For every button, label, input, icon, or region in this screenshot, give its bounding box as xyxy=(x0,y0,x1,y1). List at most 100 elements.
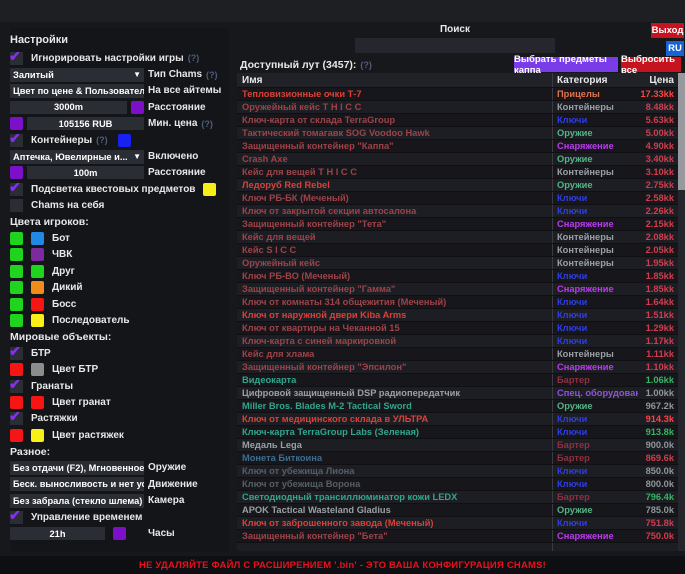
player-color-swatch-1[interactable] xyxy=(10,314,23,327)
table-row[interactable]: APOK Tactical Wasteland GladiusОружие785… xyxy=(237,504,678,517)
item-category: Бартер xyxy=(553,439,638,451)
table-row[interactable]: Медаль LegaБартер900.0k xyxy=(237,439,678,452)
weapon-dropdown[interactable]: Без отдачи (F2), Мгновенное п▼ xyxy=(10,461,144,475)
table-row[interactable]: Кейс для вещейКонтейнеры2.08kk xyxy=(237,231,678,244)
distance-color-swatch[interactable] xyxy=(131,101,144,114)
containers-distance-input[interactable]: 100m xyxy=(27,166,144,179)
grenade-color-swatch-2[interactable] xyxy=(31,396,44,409)
help-hint[interactable]: (?) xyxy=(188,53,200,63)
column-header-name[interactable]: Имя xyxy=(237,73,553,87)
table-row[interactable]: Ключ от закрытой секции автосалонаКлючи2… xyxy=(237,205,678,218)
min-price-input[interactable]: 105156 RUB xyxy=(27,117,144,130)
containers-distance-color-swatch[interactable] xyxy=(10,166,23,179)
grenade-color-swatch-1[interactable] xyxy=(10,396,23,409)
table-row[interactable]: Светодиодный трансиллюминатор кожи LEDXБ… xyxy=(237,491,678,504)
chams-type-label: Тип Chams xyxy=(148,69,202,80)
player-color-swatch-2[interactable] xyxy=(31,248,44,261)
camera-dropdown[interactable]: Без забрала (стекло шлема)▼ xyxy=(10,494,144,508)
table-row[interactable]: Ключ-карта TerraGroup Labs (Зеленая)Ключ… xyxy=(237,426,678,439)
table-row[interactable]: Защищенный контейнер "Эпсилон"Снаряжение… xyxy=(237,361,678,374)
select-kappa-items-button[interactable]: Выбрать предметы каппа xyxy=(514,57,618,72)
table-row[interactable]: Оружейный кейсКонтейнеры1.95kk xyxy=(237,257,678,270)
player-color-swatch-1[interactable] xyxy=(10,248,23,261)
table-row[interactable]: Ключ от заброшенного завода (Меченый)Клю… xyxy=(237,517,678,530)
grenades-checkbox[interactable]: ✔ xyxy=(10,380,23,393)
table-row[interactable]: Кейс S I C CКонтейнеры2.05kk xyxy=(237,244,678,257)
table-row[interactable]: Тактический томагавк SOG Voodoo HawkОруж… xyxy=(237,127,678,140)
loot-scrollbar[interactable] xyxy=(678,73,685,551)
player-color-swatch-2[interactable] xyxy=(31,281,44,294)
table-row[interactable]: Miller Bros. Blades M-2 Tactical SwordОр… xyxy=(237,400,678,413)
help-hint[interactable]: (?) xyxy=(96,135,108,145)
player-color-swatch-2[interactable] xyxy=(31,314,44,327)
table-row[interactable]: Ключ-карта с синей маркировкойКлючи1.17k… xyxy=(237,335,678,348)
table-row[interactable]: Цифровой защищенный DSP радиопередатчикС… xyxy=(237,387,678,400)
color-mode-dropdown[interactable]: Цвет по цене & Пользователы▼ xyxy=(10,84,144,98)
help-hint[interactable]: (?) xyxy=(206,70,218,80)
self-chams-checkbox[interactable] xyxy=(10,199,23,212)
tripwire-color-swatch-1[interactable] xyxy=(10,429,23,442)
containers-filter-dropdown[interactable]: Аптечка, Ювелирные и...▼ xyxy=(10,150,144,164)
btr-color-swatch-1[interactable] xyxy=(10,363,23,376)
player-color-swatch-1[interactable] xyxy=(10,265,23,278)
table-row[interactable]: Монета БиткоинаБартер869.6k xyxy=(237,452,678,465)
item-price: 1.17kk xyxy=(638,335,678,347)
table-row[interactable]: Ключ от убежища ВоронаКлючи800.0k xyxy=(237,478,678,491)
player-color-swatch-2[interactable] xyxy=(31,298,44,311)
table-row[interactable]: Ключ РБ-ВО (Меченый)Ключи1.85kk xyxy=(237,270,678,283)
table-row[interactable]: Ключ от медицинского склада в УЛЬТРАКлюч… xyxy=(237,413,678,426)
tripwire-color-swatch-2[interactable] xyxy=(31,429,44,442)
loot-scrollbar-thumb[interactable] xyxy=(678,73,685,190)
quest-highlight-color-swatch[interactable] xyxy=(203,183,216,196)
ignore-game-settings-checkbox[interactable]: ✔ xyxy=(10,52,23,65)
table-row[interactable]: Ключ РБ-БК (Меченый)Ключи2.58kk xyxy=(237,192,678,205)
quest-highlight-checkbox[interactable]: ✔ xyxy=(10,183,23,196)
search-input[interactable] xyxy=(355,38,555,53)
table-row[interactable]: Ключ от комнаты 314 общежития (Меченый)К… xyxy=(237,296,678,309)
player-color-swatch-2[interactable] xyxy=(31,232,44,245)
table-row[interactable]: Ключ-карта от склада TerraGroupКлючи5.63… xyxy=(237,114,678,127)
player-color-swatch-2[interactable] xyxy=(31,265,44,278)
table-row[interactable]: Ключ от наружной двери Kiba ArmsКлючи1.5… xyxy=(237,309,678,322)
exit-button[interactable]: Выход xyxy=(651,23,684,38)
btr-checkbox[interactable]: ✔ xyxy=(10,347,23,360)
player-color-swatch-1[interactable] xyxy=(10,298,23,311)
containers-color-swatch[interactable] xyxy=(118,134,131,147)
chams-type-dropdown[interactable]: Залитый▼ xyxy=(10,68,144,82)
help-hint[interactable]: (?) xyxy=(201,119,213,129)
containers-checkbox[interactable]: ✔ xyxy=(10,134,23,147)
table-row[interactable] xyxy=(237,543,678,551)
tripwires-checkbox[interactable]: ✔ xyxy=(10,412,23,425)
distance-input[interactable]: 3000m xyxy=(10,101,127,114)
table-row[interactable]: Тепловизионные очки Т-7Прицелы17.33kk xyxy=(237,88,678,101)
help-hint[interactable]: (?) xyxy=(360,60,372,70)
table-row[interactable]: ВидеокартаБартер1.06kk xyxy=(237,374,678,387)
movement-dropdown[interactable]: Беск. выносливость и нет уста▼ xyxy=(10,477,144,491)
table-row[interactable]: Crash AxeОружие3.40kk xyxy=(237,153,678,166)
item-name: APOK Tactical Wasteland Gladius xyxy=(237,504,553,516)
table-row[interactable]: Ключ от убежища ЛионаКлючи850.0k xyxy=(237,465,678,478)
player-color-swatch-1[interactable] xyxy=(10,281,23,294)
btr-color-swatch-2[interactable] xyxy=(31,363,44,376)
column-header-price[interactable]: Цена xyxy=(638,73,678,87)
player-color-swatch-1[interactable] xyxy=(10,232,23,245)
hours-input[interactable]: 21h xyxy=(10,527,105,540)
item-category: Ключи xyxy=(553,114,638,126)
table-row[interactable]: Ключ от квартиры на Чеканной 15Ключи1.29… xyxy=(237,322,678,335)
column-header-category[interactable]: Категория xyxy=(553,73,638,87)
hours-color-swatch[interactable] xyxy=(113,527,126,540)
min-price-color-swatch[interactable] xyxy=(10,117,23,130)
table-row[interactable]: Кейс для хламаКонтейнеры1.11kk xyxy=(237,348,678,361)
table-row[interactable]: Кейс для вещей Т Н I С СКонтейнеры3.10kk xyxy=(237,166,678,179)
time-control-checkbox[interactable]: ✔ xyxy=(10,511,23,524)
table-row[interactable]: Защищенный контейнер "Гамма"Снаряжение1.… xyxy=(237,283,678,296)
item-price: 4.90kk xyxy=(638,140,678,152)
drop-all-button[interactable]: Выбросить все xyxy=(621,57,681,72)
table-row[interactable]: Защищенный контейнер "Бета"Снаряжение750… xyxy=(237,530,678,543)
table-row[interactable]: Защищенный контейнер "Каппа"Снаряжение4.… xyxy=(237,140,678,153)
table-row[interactable]: Оружейный кейс Т Н I С СКонтейнеры8.48kk xyxy=(237,101,678,114)
item-price: 900.0k xyxy=(638,439,678,451)
table-row[interactable]: Ледоруб Red RebelОружие2.75kk xyxy=(237,179,678,192)
table-row[interactable]: Защищенный контейнер "Тета"Снаряжение2.1… xyxy=(237,218,678,231)
item-name: Ледоруб Red Rebel xyxy=(237,179,553,191)
